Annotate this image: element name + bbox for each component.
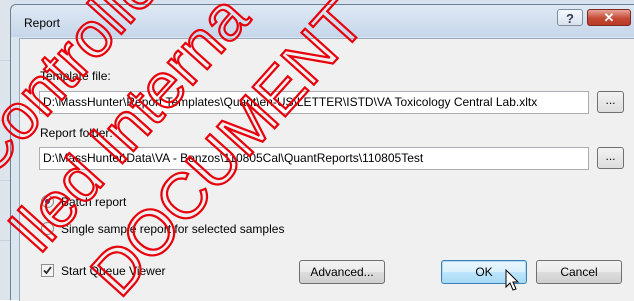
start-queue-viewer-checkbox[interactable]	[41, 264, 54, 277]
mouse-pointer-icon	[505, 269, 520, 291]
title-bar[interactable]: Report ? ✕	[11, 5, 634, 37]
single-sample-report-label[interactable]: Single sample report for selected sample…	[61, 222, 284, 236]
radio-selected-dot	[45, 199, 50, 204]
template-file-browse-button[interactable]: ...	[597, 91, 624, 113]
batch-report-radio[interactable]	[41, 195, 54, 208]
start-queue-viewer-label[interactable]: Start Queue Viewer	[61, 264, 166, 278]
report-folder-label: Report folder:	[40, 126, 113, 140]
dialog-body: Template file: D:\MassHunter\Report Temp…	[19, 38, 634, 301]
report-folder-browse-button[interactable]: ...	[597, 147, 624, 169]
help-button[interactable]: ?	[557, 9, 583, 26]
report-dialog: Report ? ✕ Template file: D:\MassHunter\…	[10, 4, 634, 301]
close-icon: ✕	[603, 10, 615, 25]
report-folder-field[interactable]: D:\MassHunter\Data\VA - Benzos\110805Cal…	[39, 147, 589, 170]
advanced-button[interactable]: Advanced...	[299, 260, 385, 284]
dialog-title: Report	[24, 16, 61, 30]
template-file-field[interactable]: D:\MassHunter\Report Templates\Quant\en-…	[39, 91, 589, 114]
single-sample-report-radio[interactable]	[41, 222, 54, 235]
template-file-label: Template file:	[40, 69, 111, 83]
close-button[interactable]: ✕	[587, 9, 631, 26]
help-icon: ?	[566, 11, 574, 26]
batch-report-label[interactable]: Batch report	[61, 195, 126, 209]
checkmark-icon	[43, 266, 52, 275]
cancel-button[interactable]: Cancel	[536, 260, 622, 284]
